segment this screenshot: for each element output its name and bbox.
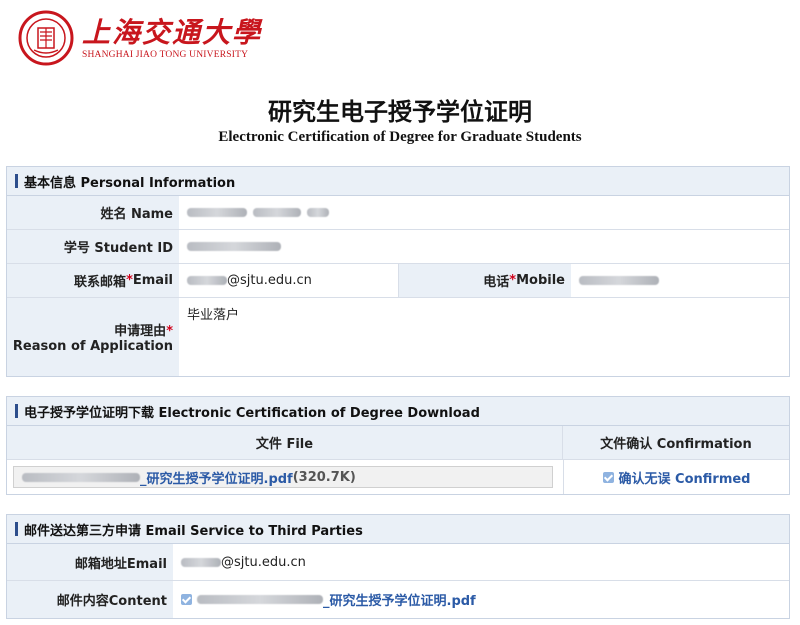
redacted-email-user [187,276,227,285]
personal-info-heading: 基本信息 Personal Information [24,175,236,191]
logo-english-name: SHANGHAI JIAO TONG UNIVERSITY [82,49,249,60]
page-title-en: Electronic Certification of Degree for G… [218,129,582,145]
email-value: @sjtu.edu.cn [179,264,399,297]
name-value [179,196,329,229]
section-marker [15,404,18,418]
email-label: 联系邮箱 * Email [7,264,179,297]
redacted-file-prefix [197,595,323,604]
page-title-cn: 研究生电子授予学位证明 [268,98,532,126]
personal-info-section: 基本信息 Personal Information 姓名 Name 学号 Stu… [6,166,790,377]
redacted-name [187,208,247,217]
redacted-name [307,208,329,217]
required-mark: * [126,273,133,288]
file-size: (320.7K) [292,469,356,485]
required-mark: * [509,273,517,288]
name-row: 姓名 Name [7,196,789,230]
file-cell: _研究生授予学位证明.pdf (320.7K) [7,460,564,494]
email-service-header: 邮件送达第三方申请 Email Service to Third Parties [7,515,789,544]
email-service-heading: 邮件送达第三方申请 Email Service to Third Parties [24,523,363,539]
personal-info-header: 基本信息 Personal Information [7,167,789,196]
email-domain: @sjtu.edu.cn [227,273,312,288]
mobile-value [571,264,659,297]
redacted-name [253,208,301,217]
email-address-value: @sjtu.edu.cn [173,544,306,580]
checkbox-checked-icon[interactable] [181,594,192,605]
student-id-label: 学号 Student ID [7,230,179,263]
file-row: _研究生授予学位证明.pdf (320.7K) 确认无误 Confirmed [7,460,789,494]
file-column-header: 文件 File [7,426,563,459]
mobile-label: 电话 * Mobile [399,264,571,297]
download-table-header: 文件 File 文件确认 Confirmation [7,426,789,460]
email-address-label: 邮箱地址Email [7,544,173,580]
email-content-value: _研究生授予学位证明.pdf [173,581,476,618]
reason-value: 毕业落户 [187,308,240,323]
student-id-row: 学号 Student ID [7,230,789,264]
university-seal-icon [18,10,74,66]
name-label: 姓名 Name [7,196,179,229]
file-download-link[interactable]: _研究生授予学位证明.pdf (320.7K) [13,466,553,488]
email-address-row: 邮箱地址Email @sjtu.edu.cn [7,544,789,581]
email-content-label: 邮件内容Content [7,581,173,618]
email-content-file-name[interactable]: _研究生授予学位证明.pdf [323,590,476,609]
download-section: 电子授予学位证明下载 Electronic Certification of D… [6,396,790,495]
confirmation-cell: 确认无误 Confirmed [564,460,789,494]
section-marker [15,174,18,188]
email-address-domain: @sjtu.edu.cn [221,554,306,570]
redacted-mobile [579,276,659,285]
checkbox-checked-icon[interactable] [602,471,614,483]
section-marker [15,522,18,536]
logo-chinese-name: 上海交通大學 [82,15,263,49]
student-id-value [179,230,281,263]
file-name: _研究生授予学位证明.pdf [140,471,293,487]
required-mark: * [166,324,173,339]
redacted-email-user [181,557,221,567]
reason-label: 申请理由* Reason of Application [7,298,179,376]
download-header: 电子授予学位证明下载 Electronic Certification of D… [7,397,789,426]
email-content-row: 邮件内容Content _研究生授予学位证明.pdf [7,581,789,618]
university-logo: 上海交通大學 SHANGHAI JIAO TONG UNIVERSITY [18,10,262,66]
redacted-student-id [187,242,281,251]
redacted-file-prefix [22,472,140,482]
contact-row: 联系邮箱 * Email @sjtu.edu.cn 电话 * Mobile [7,264,789,298]
confirmed-label: 确认无误 Confirmed [618,471,751,487]
reason-row: 申请理由* Reason of Application 毕业落户 [7,298,789,376]
email-service-section: 邮件送达第三方申请 Email Service to Third Parties… [6,514,790,619]
download-heading: 电子授予学位证明下载 Electronic Certification of D… [24,405,480,421]
confirmation-column-header: 文件确认 Confirmation [563,426,789,459]
